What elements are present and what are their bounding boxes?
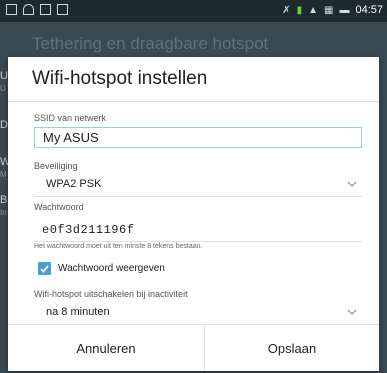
inactivity-label: Wifi-hotspot uitschakelen bij inactivite… — [34, 289, 188, 299]
inactivity-value: na 8 minuten — [46, 306, 110, 318]
sim-card-icon: ▦ — [324, 4, 334, 16]
status-bar: ✗ ▮ ▲ ▦ ▬ 04:57 — [0, 0, 387, 22]
bg-item-letter: B — [0, 194, 8, 206]
ssid-label: SSID van netwerk — [34, 113, 107, 123]
bg-item-sub: In — [0, 208, 7, 217]
bg-item-letter: D — [0, 119, 8, 131]
sim-icon — [6, 4, 17, 15]
message-icon — [57, 4, 68, 15]
system-icons: ✗ ▮ ▲ ▦ ▬ 04:57 — [282, 4, 383, 16]
password-input[interactable]: e0f3d211196f — [34, 221, 362, 242]
notification-icons — [6, 4, 68, 15]
bg-item-letter: U — [0, 70, 8, 82]
bg-item-sub: U — [0, 84, 6, 93]
password-hint: Het wachtwoord moet uit ten minste 8 tek… — [34, 243, 203, 250]
wifi-icon — [23, 4, 34, 15]
ssid-input[interactable]: My ASUS — [34, 127, 362, 148]
signal-icon: ▲ — [308, 4, 319, 16]
hotspot-dialog: Wifi-hotspot instellen SSID van netwerk … — [8, 57, 379, 371]
check-icon — [40, 265, 49, 273]
inactivity-select[interactable]: na 8 minuten — [34, 302, 362, 325]
show-password-label[interactable]: Wachtwoord weergeven — [58, 263, 165, 274]
security-value: WPA2 PSK — [46, 178, 102, 190]
mute-icon: ✗ — [282, 4, 291, 16]
dialog-title: Wifi-hotspot instellen — [32, 68, 208, 89]
file-icon — [40, 4, 51, 15]
password-label: Wachtwoord — [34, 202, 84, 212]
show-password-checkbox[interactable] — [38, 262, 51, 275]
page-title: Tethering en draagbare hotspot — [32, 34, 269, 53]
save-button[interactable]: Opslaan — [205, 325, 379, 371]
security-select[interactable]: WPA2 PSK — [34, 174, 362, 197]
battery-saver-icon: ▮ — [296, 4, 303, 16]
bg-item-sub: M — [0, 170, 7, 179]
cancel-button[interactable]: Annuleren — [8, 325, 204, 371]
chevron-down-icon — [347, 309, 357, 315]
security-label: Beveiliging — [34, 161, 78, 171]
chevron-down-icon — [347, 181, 357, 187]
title-divider — [8, 101, 379, 102]
status-time: 04:57 — [355, 4, 383, 16]
battery-icon: ▬ — [339, 4, 350, 16]
